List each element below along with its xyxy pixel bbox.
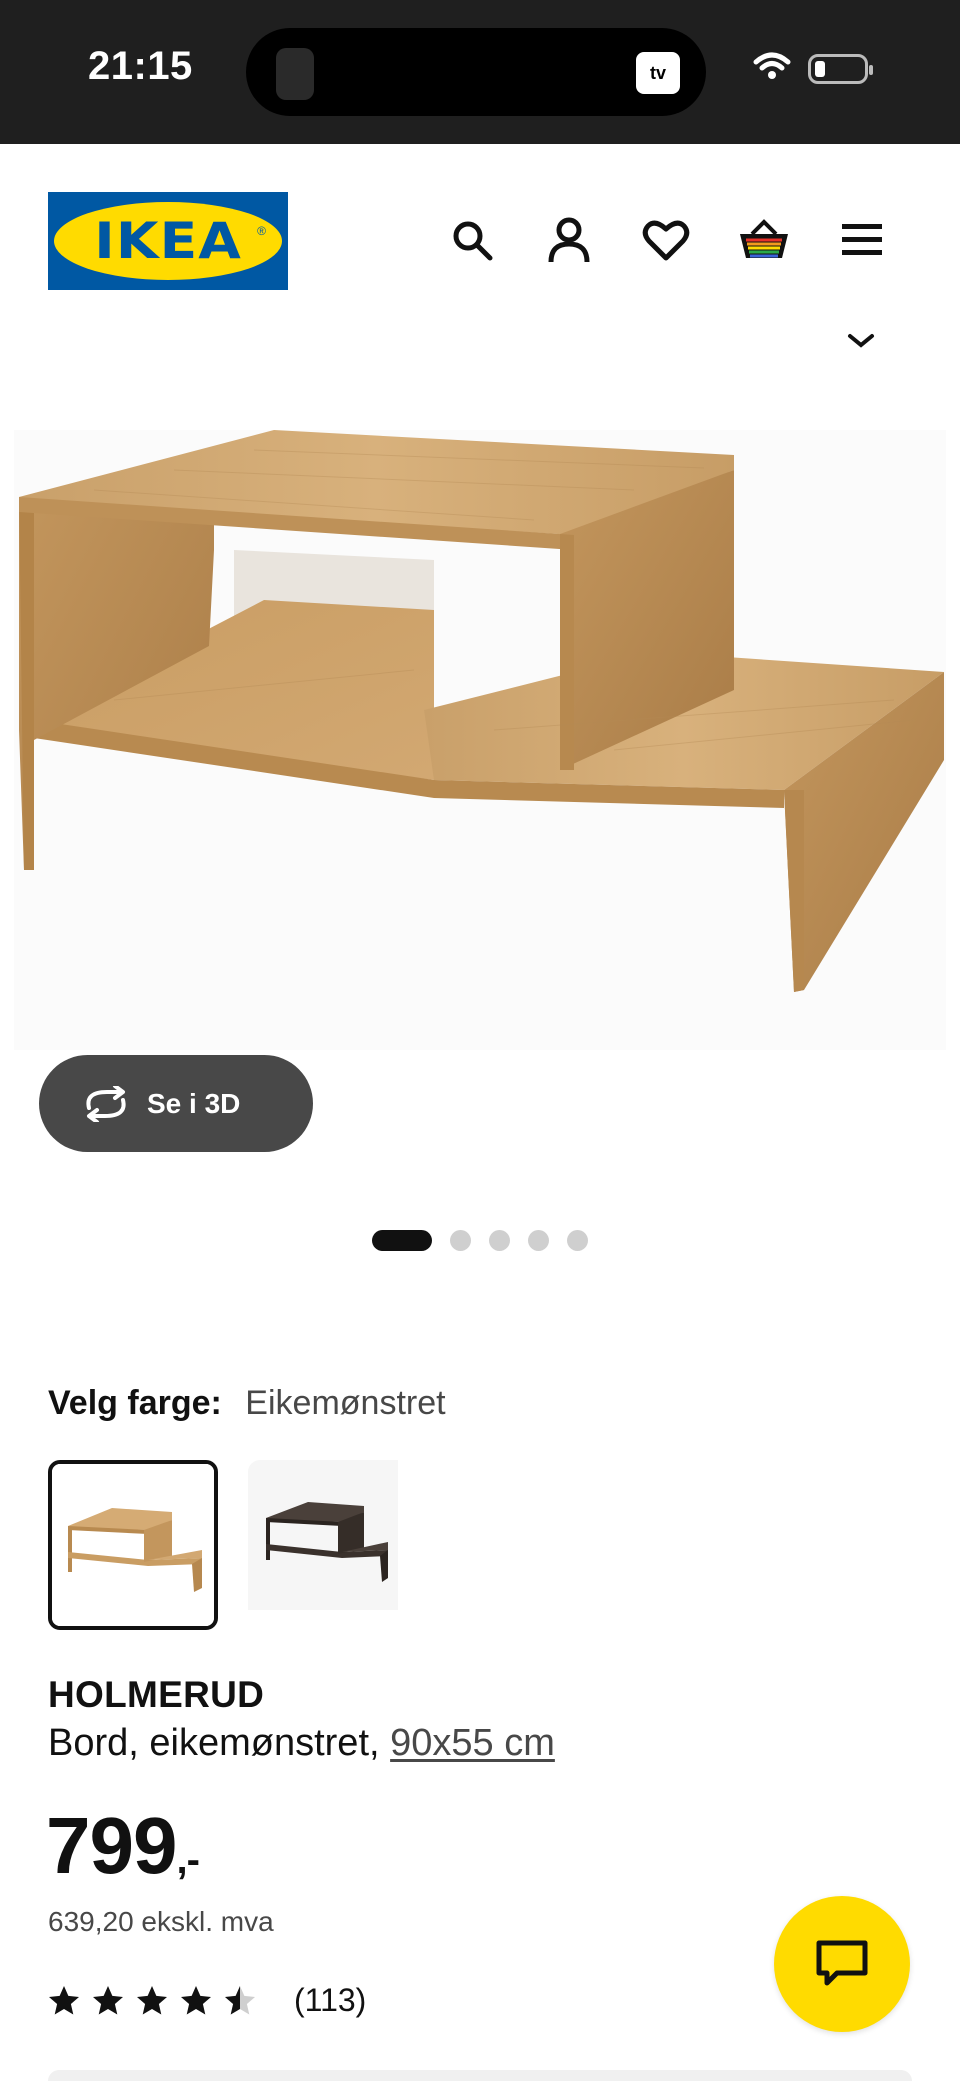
profile-icon[interactable] [541, 212, 597, 268]
color-selector: Velg farge: Eikemønstret [48, 1384, 446, 1423]
color-value: Eikemønstret [245, 1384, 446, 1422]
apple-tv-label: tv [649, 62, 666, 83]
color-swatch-oak[interactable] [48, 1460, 218, 1630]
battery-icon [808, 54, 873, 84]
product-rating[interactable]: (113) [46, 1982, 366, 2019]
product-size-link[interactable]: 90x55 cm [390, 1722, 555, 1764]
chevron-down-icon[interactable] [846, 332, 876, 348]
carousel-dot[interactable] [528, 1230, 549, 1251]
price-suffix: ,- [176, 1838, 199, 1882]
heart-icon[interactable] [638, 212, 694, 268]
dynamic-island: tv [246, 28, 706, 116]
star-icon [93, 1985, 123, 2014]
product-image[interactable] [14, 430, 946, 1050]
logo-text: IKEA [94, 212, 242, 270]
price-ex-vat: 639,20 ekskl. mva [48, 1906, 274, 1937]
status-bar: 21:15 tv [0, 0, 960, 144]
chat-icon [816, 1940, 868, 1986]
star-icon [181, 1985, 211, 2014]
star-icon [137, 1985, 167, 2014]
star-half-icon [225, 1985, 255, 2014]
product-price: 799,- [46, 1800, 200, 1892]
carousel-dot[interactable] [372, 1230, 432, 1251]
status-time: 21:15 [88, 44, 193, 88]
view-in-3d-label: Se i 3D [147, 1087, 241, 1119]
carousel-dot[interactable] [567, 1230, 588, 1251]
price-value: 799 [46, 1801, 177, 1890]
island-camera-indicator [276, 48, 314, 100]
product-name: HOLMERUD [48, 1674, 265, 1715]
product-description: Bord, eikemønstret, 90x55 cm [48, 1722, 555, 1765]
color-label: Velg farge: [48, 1384, 222, 1422]
carousel-dot[interactable] [489, 1230, 510, 1251]
view-in-3d-button[interactable]: Se i 3D [39, 1055, 313, 1152]
menu-icon[interactable] [834, 212, 890, 268]
chat-button[interactable] [774, 1896, 910, 2032]
star-icon [49, 1985, 79, 2014]
product-description-text: Bord, eikemønstret, [48, 1722, 391, 1764]
rotate-3d-icon [86, 1085, 126, 1122]
next-section-edge [48, 2070, 912, 2081]
color-swatch-black-brown[interactable] [248, 1460, 418, 1630]
ikea-logo[interactable]: IKEA ® [48, 192, 288, 290]
search-icon[interactable] [444, 212, 500, 268]
apple-tv-icon: tv [636, 52, 680, 94]
wifi-icon [753, 52, 791, 79]
carousel-indicator [372, 1230, 588, 1251]
cart-icon[interactable] [736, 212, 792, 268]
carousel-dot[interactable] [450, 1230, 471, 1251]
review-count: (113) [294, 1982, 367, 2018]
